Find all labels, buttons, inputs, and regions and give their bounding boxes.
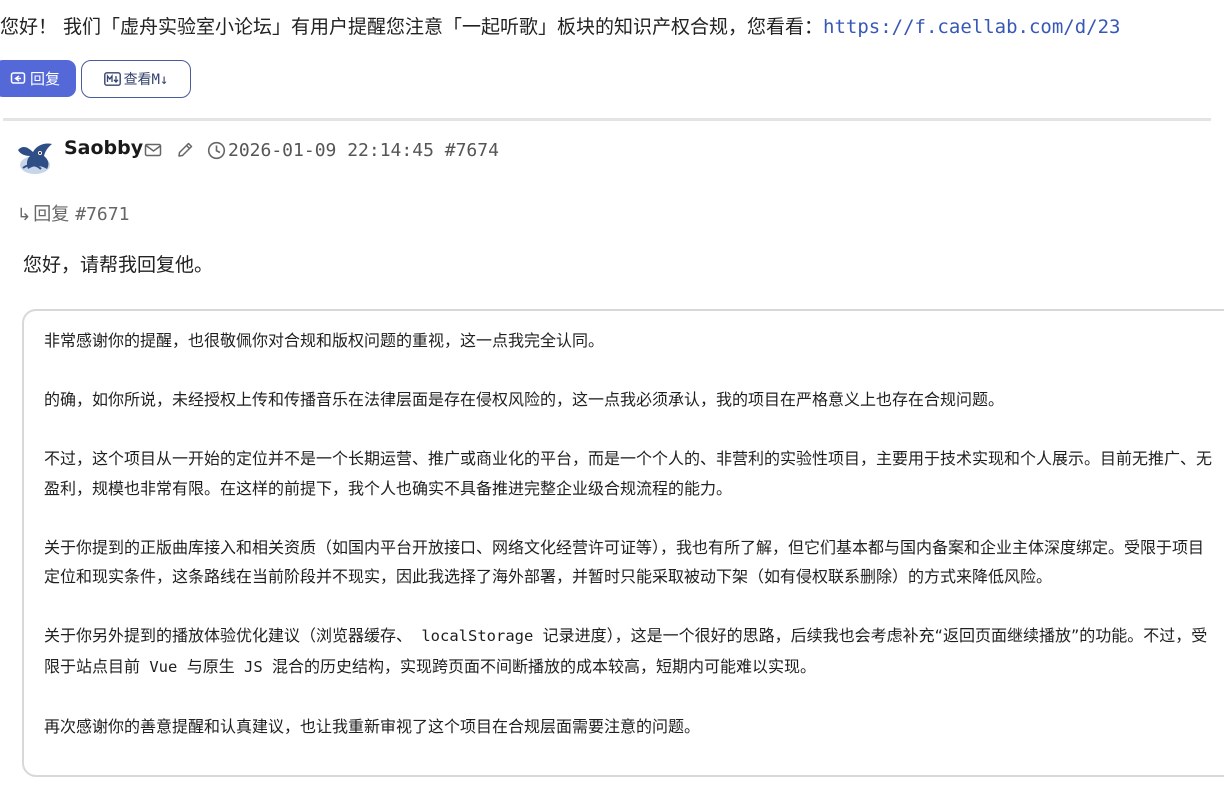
user-avatar[interactable] [14, 138, 56, 176]
post-timestamp: 2026-01-09 22:14:45 [228, 140, 434, 161]
markdown-icon [103, 72, 121, 86]
quote-paragraph: 再次感谢你的善意提醒和认真建议，也让我重新审视了这个项目在合规层面需要注意的问题… [44, 716, 701, 736]
quote-paragraph: 关于你另外提到的播放体验优化建议（浏览器缓存、 localStorage 记录进… [44, 621, 1219, 682]
reply-button[interactable]: 回复 [0, 60, 76, 97]
quote-text: 与原生 [186, 656, 235, 676]
reply-reference-id: #7671 [75, 204, 130, 225]
post-id[interactable]: #7674 [445, 140, 499, 161]
reply-icon [10, 71, 26, 84]
reply-reference-label: 回复 [33, 204, 70, 225]
edit-icon[interactable] [176, 141, 194, 159]
quoted-reply-box: 非常感谢你的提醒，也很敬佩你对合规和版权问题的重视，这一点我完全认同。 的确，如… [22, 309, 1224, 777]
inline-code: localStorage [412, 627, 543, 645]
quote-paragraph: 关于你提到的正版曲库接入和相关资质（如国内平台开放接口、网络文化经营许可证等），… [44, 537, 1205, 587]
quote-text: 混合的历史结构，实现跨页面不间断播放的成本较高，短期内可能难以实现。 [272, 656, 817, 676]
reply-reference[interactable]: ↳ 回复 #7671 [17, 200, 129, 226]
reply-button-label: 回复 [29, 70, 60, 88]
quote-paragraph: 的确，如你所说，未经授权上传和传播音乐在法律层面是存在侵权风险的，这一点我必须承… [44, 390, 1005, 409]
reply-arrow-icon: ↳ [17, 205, 32, 225]
post-meta: 2026-01-09 22:14:45 #7674 [228, 140, 499, 161]
quote-paragraph: 不过，这个项目从一开始的定位并不是一个长期运营、推广或商业化的平台，而是一个个人… [44, 449, 1213, 498]
quote-paragraph: 非常感谢你的提醒，也很敬佩你对合规和版权问题的重视，这一点我完全认同。 [44, 331, 605, 350]
view-markdown-label: 查看M↓ [123, 72, 169, 88]
previous-post-text: 您好！ 我们「虚舟实验室小论坛」有用户提醒您注意「一起听歌」板块的知识产权合规，… [0, 14, 1120, 40]
notice-link[interactable]: https://f.caellab.com/d/23 [823, 16, 1120, 38]
view-markdown-button[interactable]: 查看M↓ [81, 60, 191, 98]
inline-code: JS [234, 657, 273, 676]
forum-post-view: 您好！ 我们「虚舟实验室小论坛」有用户提醒您注意「一起听歌」板块的知识产权合规，… [0, 0, 1224, 790]
post-author[interactable]: Saobby [64, 137, 143, 159]
post-divider [3, 118, 1211, 121]
clock-icon [207, 141, 226, 160]
notice-text: 您好！ 我们「虚舟实验室小论坛」有用户提醒您注意「一起听歌」板块的知识产权合规，… [0, 16, 824, 38]
inline-code: Vue [140, 657, 187, 676]
mail-icon[interactable] [144, 142, 163, 158]
post-greeting: 您好，请帮我回复他。 [23, 254, 214, 276]
quote-text: 关于你另外提到的播放体验优化建议（浏览器缓存、 [44, 626, 413, 645]
